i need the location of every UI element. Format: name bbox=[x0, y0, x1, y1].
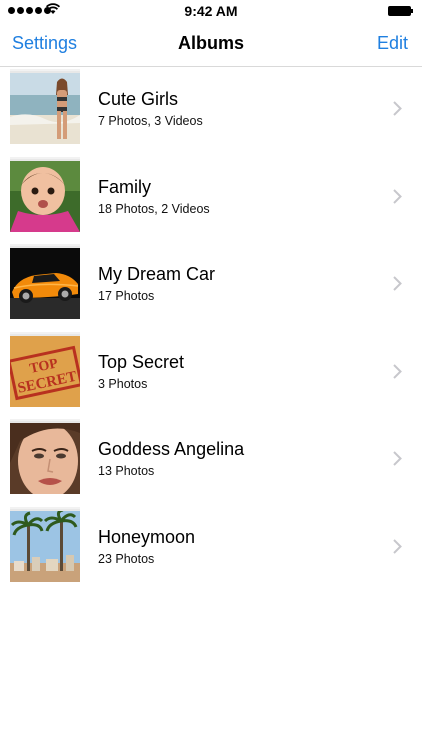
baby-thumbnail bbox=[10, 158, 80, 232]
battery-icon bbox=[388, 6, 413, 16]
chevron-right-icon bbox=[393, 538, 402, 554]
albums-screen: 9:42 AM Settings Albums Edit Cute Girls … bbox=[0, 0, 422, 750]
chevron-right-icon bbox=[393, 101, 402, 116]
edit-button[interactable]: Edit bbox=[377, 33, 408, 54]
album-count: 7 Photos, 3 Videos bbox=[98, 114, 203, 128]
album-count: 3 Photos bbox=[98, 376, 148, 391]
palm-trees-thumbnail bbox=[10, 508, 80, 582]
album-list: Cute Girls 7 Photos, 3 Videos Family 18 … bbox=[0, 67, 422, 592]
album-row-honeymoon[interactable]: Honeymoon 23 Photos bbox=[0, 505, 422, 593]
status-bar: 9:42 AM bbox=[0, 0, 422, 22]
album-title: My Dream Car bbox=[98, 264, 216, 284]
beach-person-thumbnail bbox=[10, 71, 80, 144]
album-count: 17 Photos bbox=[98, 289, 155, 303]
sports-car-thumbnail bbox=[10, 246, 80, 319]
navigation-bar: Settings Albums Edit bbox=[0, 22, 422, 67]
album-row-family[interactable]: Family 18 Photos, 2 Videos bbox=[0, 155, 422, 243]
top-secret-stamp-thumbnail: TOP SECRET bbox=[10, 333, 80, 407]
album-row-goddess-angelina[interactable]: Goddess Angelina 13 Photos bbox=[0, 417, 422, 505]
album-count: 23 Photos bbox=[98, 551, 155, 566]
face-closeup-thumbnail bbox=[10, 421, 80, 494]
settings-button[interactable]: Settings bbox=[12, 33, 77, 54]
album-title: Cute Girls bbox=[98, 89, 179, 109]
chevron-right-icon bbox=[393, 188, 402, 204]
album-title: Family bbox=[98, 176, 151, 197]
chevron-right-icon bbox=[393, 363, 402, 379]
album-title: Honeymoon bbox=[98, 526, 196, 547]
album-title: Top Secret bbox=[98, 351, 185, 372]
album-count: 13 Photos bbox=[98, 464, 155, 478]
album-row-top-secret[interactable]: TOP SECRET Top Secret 3 Photos bbox=[0, 330, 422, 418]
chevron-right-icon bbox=[393, 451, 402, 466]
chevron-right-icon bbox=[393, 276, 402, 291]
album-title: Goddess Angelina bbox=[98, 439, 245, 459]
status-time: 9:42 AM bbox=[184, 3, 238, 19]
album-row-cute-girls[interactable]: Cute Girls 7 Photos, 3 Videos bbox=[0, 67, 422, 155]
album-count: 18 Photos, 2 Videos bbox=[98, 201, 210, 216]
album-row-my-dream-car[interactable]: My Dream Car 17 Photos bbox=[0, 242, 422, 330]
